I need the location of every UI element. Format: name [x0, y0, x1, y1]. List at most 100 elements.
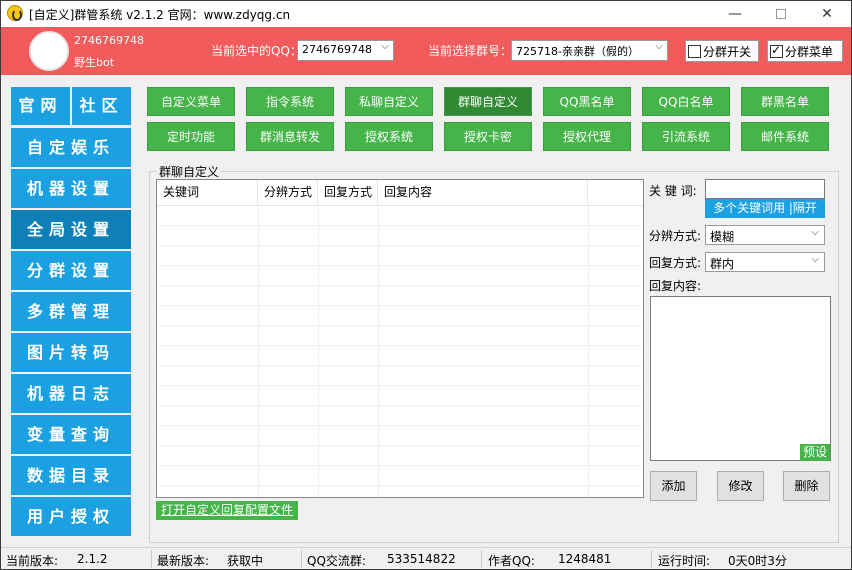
table-row: [157, 346, 643, 366]
split-switch-label: 分群开关: [703, 45, 752, 59]
status-bar: 当前版本: 2.1.2 最新版本: 获取中 QQ交流群: 533514822 作…: [1, 547, 851, 569]
status-divider: [301, 550, 302, 568]
table-row: [157, 366, 643, 386]
column-reply-mode[interactable]: 回复方式: [318, 180, 378, 206]
table-row: [157, 446, 643, 466]
chevron-down-icon: ⌵: [811, 227, 819, 238]
split-menu-label: 分群菜单: [785, 45, 834, 59]
reply-mode-value: 群内: [710, 257, 735, 271]
reply-content-textarea[interactable]: [650, 296, 831, 461]
chevron-down-icon: ⌵: [811, 254, 819, 265]
qq-group-value: 533514822: [387, 552, 456, 566]
table-row: [157, 406, 643, 426]
column-match-mode[interactable]: 分辨方式: [258, 180, 318, 206]
uptime-label: 运行时间:: [658, 554, 711, 568]
preset-button[interactable]: 预设: [800, 444, 830, 461]
reply-mode-label: 回复方式:: [649, 256, 702, 270]
status-divider: [481, 550, 482, 568]
table-row: [157, 226, 643, 246]
add-button[interactable]: 添加: [650, 471, 697, 501]
maximize-button[interactable]: [759, 1, 803, 27]
latest-version-label: 最新版本:: [157, 554, 210, 568]
title-bar: [自定义]群管系统 v2.1.2 官网：www.zdyqg.cn — ✕: [1, 1, 851, 27]
maximize-icon: [776, 9, 786, 19]
traffic-system-button[interactable]: 引流系统: [642, 122, 730, 151]
table-row: [157, 426, 643, 446]
table-row: [157, 386, 643, 406]
current-qq-select[interactable]: 2746769748 ⌵: [297, 40, 394, 61]
current-qq-label: 当前选中的QQ：: [211, 44, 302, 58]
reply-content-label: 回复内容:: [649, 279, 702, 293]
sidebar-item-website[interactable]: 官网: [11, 87, 70, 125]
sidebar-item-global-settings[interactable]: 全局设置: [11, 210, 131, 249]
current-group-select[interactable]: 725718-亲亲群（假的） ⌵: [511, 40, 668, 61]
timer-function-button[interactable]: 定时功能: [147, 122, 235, 151]
auth-card-button[interactable]: 授权卡密: [444, 122, 532, 151]
sidebar-item-multi-group[interactable]: 多群管理: [11, 292, 131, 331]
command-system-button[interactable]: 指令系统: [246, 87, 334, 116]
sidebar-item-custom-entertainment[interactable]: 自定娱乐: [11, 128, 131, 167]
column-keyword[interactable]: 关键词: [157, 180, 258, 206]
header-bar: 2746769748 野生bot 当前选中的QQ： 2746769748 ⌵ 当…: [1, 27, 851, 75]
chevron-down-icon: ⌵: [655, 41, 663, 52]
private-custom-button[interactable]: 私聊自定义: [345, 87, 433, 116]
match-mode-select[interactable]: 模糊 ⌵: [705, 225, 825, 245]
sidebar-item-community[interactable]: 社区: [72, 87, 131, 125]
match-mode-label: 分辨方式:: [649, 229, 702, 243]
current-qq-value: 2746769748: [302, 43, 372, 56]
sidebar-item-image-transcode[interactable]: 图片转码: [11, 333, 131, 372]
app-logo-icon: [7, 5, 23, 21]
table-row: [157, 286, 643, 306]
app-window: [自定义]群管系统 v2.1.2 官网：www.zdyqg.cn — ✕ 274…: [0, 0, 852, 570]
uptime-value: 0天0时3分: [728, 554, 787, 568]
sidebar-item-bot-log[interactable]: 机器日志: [11, 374, 131, 413]
open-config-file-link[interactable]: 打开自定义回复配置文件: [156, 501, 299, 520]
sidebar-item-data-directory[interactable]: 数据目录: [11, 456, 131, 495]
custom-menu-button[interactable]: 自定义菜单: [147, 87, 235, 116]
column-reply-content[interactable]: 回复内容: [378, 180, 588, 206]
edit-button[interactable]: 修改: [717, 471, 764, 501]
table-row: [157, 466, 643, 486]
keyword-hint: 多个关键词用 |隔开: [705, 199, 825, 218]
minimize-button[interactable]: —: [713, 1, 757, 27]
mail-system-button[interactable]: 邮件系统: [741, 122, 829, 151]
reply-mode-select[interactable]: 群内 ⌵: [705, 252, 825, 272]
delete-button[interactable]: 删除: [783, 471, 830, 501]
keyword-input[interactable]: [705, 179, 825, 199]
window-title: [自定义]群管系统 v2.1.2 官网：www.zdyqg.cn: [29, 8, 291, 22]
split-menu-checkbox[interactable]: 分群菜单: [767, 40, 843, 62]
table-row: [157, 306, 643, 326]
auth-agent-button[interactable]: 授权代理: [543, 122, 631, 151]
group-blacklist-button[interactable]: 群黑名单: [741, 87, 829, 116]
rule-list-header: 关键词 分辨方式 回复方式 回复内容: [157, 180, 643, 206]
rule-list[interactable]: 关键词 分辨方式 回复方式 回复内容: [156, 179, 644, 498]
current-group-value: 725718-亲亲群（假的）: [516, 45, 639, 58]
table-row: [157, 246, 643, 266]
sidebar-item-group-settings[interactable]: 分群设置: [11, 251, 131, 290]
group-forward-button[interactable]: 群消息转发: [246, 122, 334, 151]
qq-whitelist-button[interactable]: QQ白名单: [642, 87, 730, 116]
panel-title: 群聊自定义: [157, 163, 222, 180]
latest-version-value: 获取中: [227, 554, 264, 568]
sidebar-item-user-auth[interactable]: 用户授权: [11, 497, 131, 536]
qq-group-label: QQ交流群:: [307, 554, 366, 568]
keyword-label: 关 键 词:: [649, 184, 697, 198]
sidebar-item-bot-settings[interactable]: 机器设置: [11, 169, 131, 208]
author-qq-label: 作者QQ:: [488, 554, 535, 568]
sidebar-top: 官网 社区: [11, 87, 131, 125]
qq-blacklist-button[interactable]: QQ黑名单: [543, 87, 631, 116]
sidebar-item-variable-query[interactable]: 变量查询: [11, 415, 131, 454]
split-switch-checkbox[interactable]: 分群开关: [685, 40, 759, 62]
close-button[interactable]: ✕: [805, 1, 849, 27]
table-row: [157, 266, 643, 286]
auth-system-button[interactable]: 授权系统: [345, 122, 433, 151]
current-version-value: 2.1.2: [77, 552, 108, 566]
bot-name: 野生bot: [74, 56, 115, 69]
checkbox-icon: [688, 45, 701, 58]
bot-qq-number: 2746769748: [74, 34, 144, 47]
current-version-label: 当前版本:: [6, 554, 59, 568]
match-mode-value: 模糊: [710, 230, 735, 244]
current-group-label: 当前选择群号：: [428, 44, 513, 58]
group-custom-button[interactable]: 群聊自定义: [444, 87, 532, 116]
checkbox-checked-icon: [770, 43, 783, 58]
